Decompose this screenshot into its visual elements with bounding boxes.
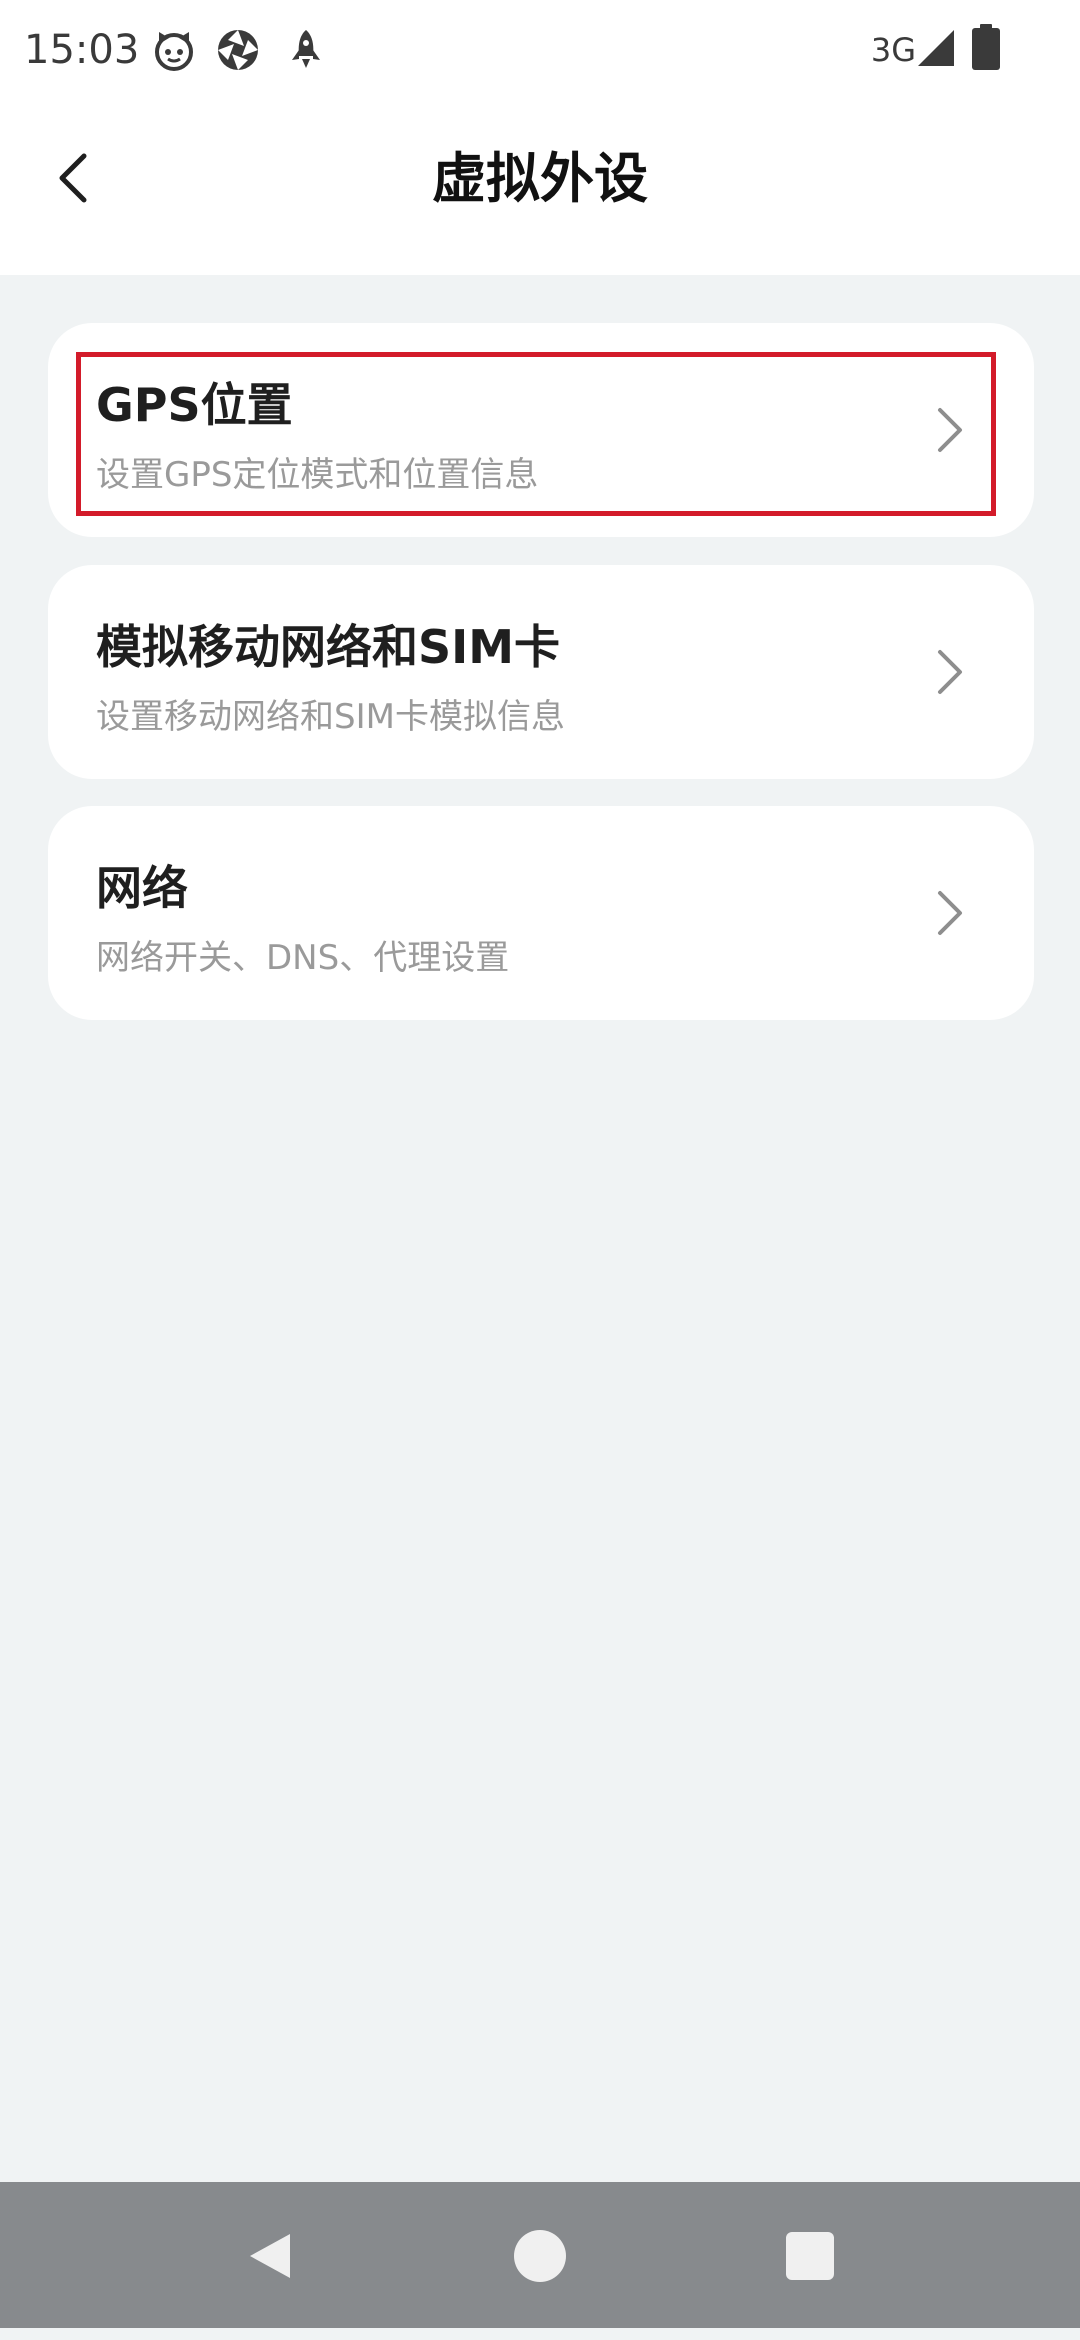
back-triangle-icon	[250, 2234, 290, 2278]
page-title: 虚拟外设	[432, 147, 648, 210]
chevron-right-icon	[938, 891, 962, 935]
chevron-right-icon	[938, 650, 962, 694]
bottom-strip	[0, 2328, 1080, 2340]
cat-face-icon	[155, 32, 193, 71]
aperture-icon	[218, 30, 258, 70]
nav-back-button[interactable]	[232, 2218, 308, 2294]
item-title: 网络	[96, 861, 188, 915]
battery-icon	[972, 24, 1000, 70]
network-item[interactable]: 网络 网络开关、DNS、代理设置	[48, 806, 1034, 1020]
item-title: 模拟移动网络和SIM卡	[96, 620, 561, 674]
item-subtitle: 设置移动网络和SIM卡模拟信息	[96, 697, 565, 737]
status-bar: 15:03 3G	[0, 0, 1080, 100]
app-bar: 虚拟外设	[0, 100, 1080, 270]
network-type-label: 3G	[870, 31, 916, 69]
recents-square-icon	[786, 2232, 834, 2280]
signal-icon	[918, 30, 954, 66]
home-circle-icon	[514, 2230, 566, 2282]
item-title: GPS位置	[96, 378, 293, 432]
item-subtitle: 网络开关、DNS、代理设置	[96, 938, 510, 978]
status-time: 15:03	[24, 27, 140, 73]
navigation-bar	[0, 2182, 1080, 2328]
mobile-network-sim-item[interactable]: 模拟移动网络和SIM卡 设置移动网络和SIM卡模拟信息	[48, 565, 1034, 779]
rocket-icon	[292, 30, 320, 68]
nav-home-button[interactable]	[502, 2218, 578, 2294]
nav-recents-button[interactable]	[772, 2218, 848, 2294]
gps-location-item[interactable]: GPS位置 设置GPS定位模式和位置信息	[48, 323, 1034, 537]
chevron-right-icon	[938, 408, 962, 452]
item-subtitle: 设置GPS定位模式和位置信息	[96, 455, 539, 495]
